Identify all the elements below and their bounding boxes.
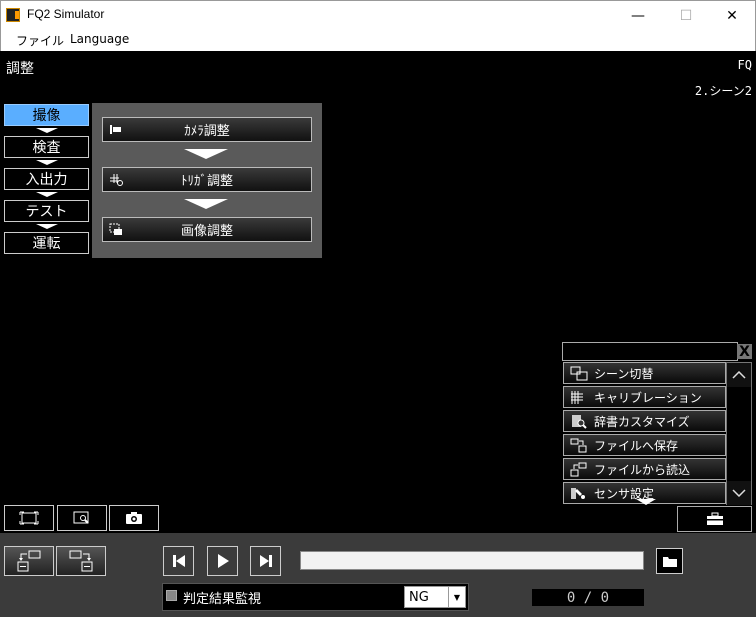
page-title: 調整: [6, 61, 34, 77]
skip-forward-button[interactable]: [250, 546, 281, 576]
nav-run[interactable]: 運転: [4, 232, 89, 254]
tools-panel-header: [562, 342, 738, 361]
scene-switch-icon: [570, 366, 588, 381]
scene-label: 2.シーン2: [694, 84, 752, 98]
window-title: FQ2 Simulator: [27, 7, 105, 21]
open-folder-button[interactable]: [656, 548, 683, 574]
camera-adjust-icon: [110, 125, 121, 134]
folder-icon: [662, 556, 677, 567]
judgement-select-value: NG: [409, 589, 429, 605]
playback-progress-bar[interactable]: [300, 551, 644, 570]
save-file-icon: [570, 438, 587, 453]
load-from-file-label: ファイルから読込: [594, 462, 691, 477]
play-icon: [217, 554, 229, 568]
camera-adjust-label: ｶﾒﾗ調整: [184, 124, 230, 139]
monitor-checkbox[interactable]: [166, 590, 177, 601]
save-to-sensor-icon: [17, 550, 41, 572]
trigger-adjust-label: ﾄﾘｶﾞ調整: [180, 174, 233, 189]
nav-test[interactable]: テスト: [4, 200, 89, 222]
image-adjust-icon: [109, 223, 122, 235]
scene-switch-label: シーン切替: [594, 366, 654, 381]
chevron-up-icon: [732, 371, 746, 379]
monitor-label: 判定結果監視: [183, 592, 262, 607]
load-scene-button[interactable]: [56, 546, 106, 576]
load-from-sensor-icon: [69, 550, 93, 572]
app-icon: [6, 8, 20, 22]
save-to-file-button[interactable]: ファイルへ保存: [563, 434, 726, 456]
skip-back-icon: [172, 555, 185, 567]
camera-icon: [126, 512, 142, 524]
camera-adjust-button[interactable]: ｶﾒﾗ調整: [102, 117, 312, 142]
zoom-button[interactable]: [57, 505, 107, 531]
tools-panel-close-button[interactable]: X: [737, 344, 752, 359]
scene-switch-button[interactable]: シーン切替: [563, 362, 726, 384]
trigger-adjust-icon: [110, 174, 123, 186]
play-button[interactable]: [207, 546, 238, 576]
result-counter: 0 / 0: [532, 589, 644, 606]
device-label: FQ: [737, 58, 752, 72]
skip-forward-icon: [259, 555, 272, 567]
dictionary-customize-label: 辞書カスタマイズ: [594, 414, 690, 429]
save-to-file-label: ファイルへ保存: [594, 438, 679, 453]
menu-file[interactable]: ファイル: [16, 32, 64, 49]
calibration-label: キャリブレーション: [594, 390, 702, 405]
scroll-up-button[interactable]: [727, 363, 751, 387]
fit-screen-icon: [19, 511, 39, 525]
calibration-icon: [571, 391, 583, 404]
flow-arrow: [184, 149, 228, 159]
calibration-button[interactable]: キャリブレーション: [563, 386, 726, 408]
menu-bar: ファイル Language: [0, 29, 756, 51]
save-scene-button[interactable]: [4, 546, 54, 576]
capture-image-button[interactable]: [109, 505, 159, 531]
title-bar: FQ2 Simulator — ☐ ✕: [0, 0, 756, 29]
more-items-arrow: [636, 499, 656, 505]
dictionary-customize-button[interactable]: 辞書カスタマイズ: [563, 410, 726, 432]
toolbox-button[interactable]: [677, 506, 752, 532]
minimize-button[interactable]: —: [615, 1, 661, 30]
nav-flow-arrow: [36, 192, 58, 197]
zoom-icon: [73, 511, 89, 524]
nav-inspection[interactable]: 検査: [4, 136, 89, 158]
load-from-file-button[interactable]: ファイルから読込: [563, 458, 726, 480]
nav-flow-arrow: [36, 160, 58, 165]
image-adjust-button[interactable]: 画像調整: [102, 217, 312, 242]
dictionary-icon: [572, 415, 587, 429]
load-file-icon: [570, 462, 587, 477]
close-button[interactable]: ✕: [709, 1, 755, 30]
chevron-down-icon: [732, 489, 746, 497]
nav-flow-arrow: [36, 224, 58, 229]
judgement-select[interactable]: NG ▼: [404, 586, 466, 608]
fit-screen-button[interactable]: [4, 505, 54, 531]
trigger-adjust-button[interactable]: ﾄﾘｶﾞ調整: [102, 167, 312, 192]
menu-language[interactable]: Language: [70, 32, 129, 46]
scroll-down-button[interactable]: [727, 481, 751, 505]
sensor-settings-icon: [571, 488, 585, 499]
dropdown-arrow-icon: ▼: [448, 587, 465, 607]
nav-flow-arrow: [36, 128, 58, 133]
toolbox-icon: [706, 512, 723, 525]
nav-capture[interactable]: 撮像: [4, 104, 89, 126]
flow-arrow: [184, 199, 228, 209]
skip-back-button[interactable]: [163, 546, 194, 576]
nav-io[interactable]: 入出力: [4, 168, 89, 190]
image-adjust-label: 画像調整: [180, 224, 233, 239]
maximize-button[interactable]: ☐: [663, 1, 709, 30]
